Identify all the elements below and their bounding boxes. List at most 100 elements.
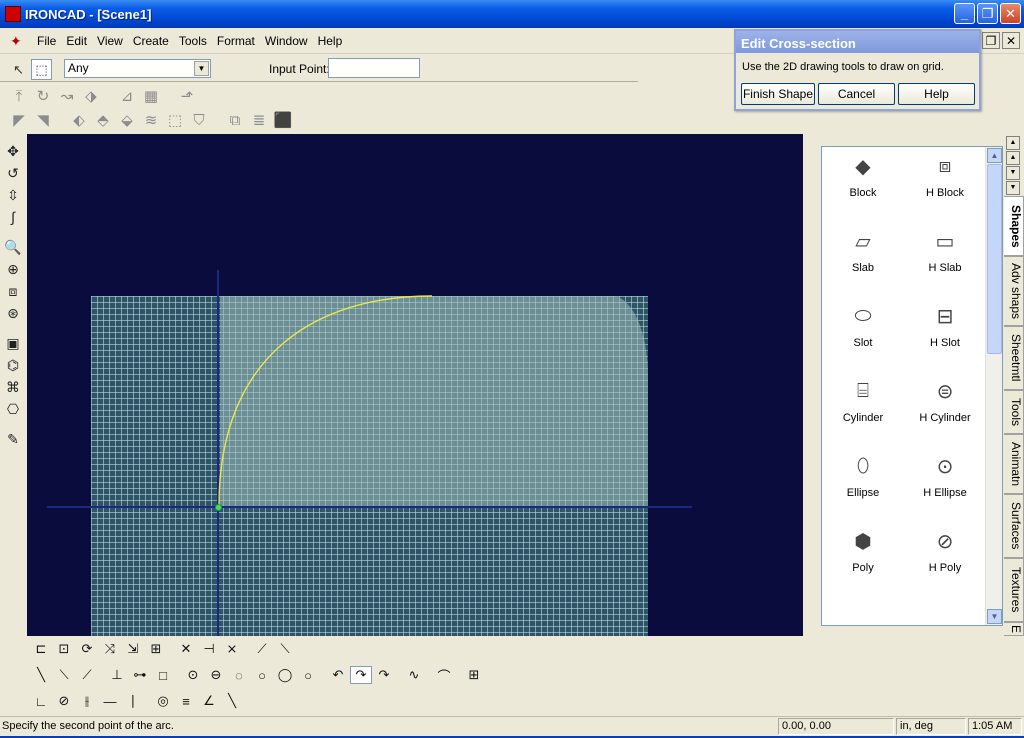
menu-tools[interactable]: Tools xyxy=(174,34,212,48)
catalog-item-cylinder[interactable]: ⌸ Cylinder xyxy=(822,372,904,447)
stack-icon[interactable]: ≣ xyxy=(248,111,270,129)
blend-icon[interactable]: ⬖ xyxy=(68,111,90,129)
menu-help[interactable]: Help xyxy=(313,34,348,48)
rectangle-icon[interactable]: □ xyxy=(152,668,174,683)
tangent-line-icon[interactable]: ⟋ xyxy=(76,667,98,683)
tab-surfaces[interactable]: Surfaces xyxy=(1004,494,1024,558)
camera-walk-icon[interactable]: ⌘ xyxy=(2,376,24,398)
horizontal-constraint-icon[interactable]: — xyxy=(99,694,121,709)
restore-button[interactable]: ❐ xyxy=(977,3,998,24)
chain-icon[interactable]: ⊶ xyxy=(129,667,151,683)
mirror-icon[interactable]: ⤨ xyxy=(99,641,121,657)
sketch-icon[interactable]: ⊿ xyxy=(116,87,138,105)
minimize-button[interactable]: _ xyxy=(954,3,975,24)
document-icon[interactable]: ✦ xyxy=(10,33,28,49)
parallel-constraint-icon[interactable]: ⫲ xyxy=(76,693,98,709)
cancel-button[interactable]: Cancel xyxy=(818,83,895,105)
polyline-icon[interactable]: ⟍ xyxy=(53,667,75,683)
menu-window[interactable]: Window xyxy=(260,34,313,48)
slash-constraint-icon[interactable]: ╲ xyxy=(221,693,243,709)
finish-shape-button[interactable]: Finish Shape xyxy=(741,83,815,105)
spline-icon[interactable]: ∿ xyxy=(403,667,425,683)
boolean-icon[interactable]: ⧉ xyxy=(224,112,246,129)
catalog-item-ellipse[interactable]: ⬯ Ellipse xyxy=(822,447,904,522)
cut-icon[interactable]: ◥ xyxy=(32,111,54,129)
menu-edit[interactable]: Edit xyxy=(61,34,92,48)
add-dimension-icon[interactable]: ⊏ xyxy=(30,641,52,657)
sweep-icon[interactable]: ↝ xyxy=(56,87,78,105)
grid-icon[interactable]: ▦ xyxy=(140,87,162,105)
menu-create[interactable]: Create xyxy=(128,34,174,48)
select-box-icon[interactable]: ⬚ xyxy=(31,59,52,80)
arc-3pt-icon[interactable]: ↷ xyxy=(350,666,372,684)
tab-tools[interactable]: Tools xyxy=(1004,390,1024,434)
perpendicular-line-icon[interactable]: ⊥ xyxy=(106,667,128,683)
circle-3pt-icon[interactable]: ◌ xyxy=(228,668,250,683)
select-arrow-icon[interactable]: ↖ xyxy=(8,59,29,80)
tab-scroll-next-icon[interactable]: ▼ xyxy=(1006,166,1020,180)
catalog-item-h-slab[interactable]: ▭ H Slab xyxy=(904,222,986,297)
chamfer-icon[interactable]: ⬘ xyxy=(92,111,114,129)
angle-constraint-icon[interactable]: ∠ xyxy=(198,693,220,709)
circle-tangent-2-icon[interactable]: ◯ xyxy=(274,667,296,683)
catalog-item-poly[interactable]: ⬢ Poly xyxy=(822,522,904,597)
menu-view[interactable]: View xyxy=(92,34,128,48)
extrude-icon[interactable]: ⤒ xyxy=(8,88,30,105)
chevron-down-icon[interactable]: ▼ xyxy=(194,61,209,76)
rotate-icon[interactable]: ⟳ xyxy=(76,641,98,657)
shell-icon[interactable]: ◤ xyxy=(8,111,30,129)
catalog-item-slot[interactable]: ⬭ Slot xyxy=(822,297,904,372)
catalog-item-block[interactable]: ◆ Block xyxy=(822,147,904,222)
tab-adv-shaps[interactable]: Adv shaps xyxy=(1004,256,1024,326)
camera-orbit-icon[interactable]: ⌬ xyxy=(2,354,24,376)
menu-format[interactable]: Format xyxy=(212,34,260,48)
draft-icon[interactable]: ⬙ xyxy=(116,111,138,129)
catalog-item-h-slot[interactable]: ⊟ H Slot xyxy=(904,297,986,372)
fit-icon[interactable]: ⧈ xyxy=(2,280,24,302)
extend-icon[interactable]: ⊣ xyxy=(198,641,220,657)
concentric-constraint-icon[interactable]: ◎ xyxy=(152,693,174,709)
arc-tangent-icon[interactable]: ↷ xyxy=(373,667,395,683)
scroll-down-icon[interactable]: ▼ xyxy=(987,609,1002,624)
origin-point[interactable] xyxy=(215,504,222,511)
tab-animatn[interactable]: Animatn xyxy=(1004,434,1024,494)
pattern-icon[interactable]: ⊞ xyxy=(145,641,167,657)
equal-constraint-icon[interactable]: ≡ xyxy=(175,694,197,709)
patch-icon[interactable]: ⛉ xyxy=(188,112,210,129)
circle-2pt-icon[interactable]: ⊖ xyxy=(205,667,227,683)
3d-viewport[interactable] xyxy=(27,134,803,636)
move-icon[interactable]: ✥ xyxy=(2,140,24,162)
taper-icon[interactable]: ≋ xyxy=(140,111,162,129)
cube-icon[interactable]: ⬛ xyxy=(272,111,294,129)
fillet-icon[interactable]: ⌒ xyxy=(433,666,455,685)
reference-icon[interactable]: ⟍ xyxy=(274,641,296,657)
tab-sheetmtl[interactable]: Sheetmtl xyxy=(1004,326,1024,390)
arc-icon[interactable]: ↶ xyxy=(327,667,349,683)
pen-icon[interactable]: ✎ xyxy=(2,428,24,450)
camera-fly-icon[interactable]: ⎔ xyxy=(2,398,24,420)
tangent-constraint-icon[interactable]: ⊘ xyxy=(53,693,75,709)
close-button[interactable]: ✕ xyxy=(1000,3,1021,24)
tab-e[interactable]: E xyxy=(1004,622,1024,636)
catalog-item-slab[interactable]: ▱ Slab xyxy=(822,222,904,297)
camera-icon[interactable]: ▣ xyxy=(2,332,24,354)
break-icon[interactable]: ⨯ xyxy=(221,641,243,657)
help-button[interactable]: Help xyxy=(898,83,975,105)
scroll-thumb[interactable] xyxy=(987,164,1002,354)
circle-center-icon[interactable]: ⊙ xyxy=(182,667,204,683)
tab-scroll-up-icon[interactable]: ▲ xyxy=(1006,136,1020,150)
tilt-icon[interactable]: ⇳ xyxy=(2,184,24,206)
offset-icon[interactable]: ⇲ xyxy=(122,641,144,657)
catalog-item-h-poly[interactable]: ⊘ H Poly xyxy=(904,522,986,597)
circle-tangent-3-icon[interactable]: ○ xyxy=(297,668,319,683)
trim-icon[interactable]: ✕ xyxy=(175,641,197,657)
selection-filter-select[interactable]: Any ▼ xyxy=(64,59,211,78)
ironcad-app-icon[interactable] xyxy=(5,6,21,22)
scroll-up-icon[interactable]: ▲ xyxy=(987,148,1002,163)
vertical-constraint-icon[interactable]: ∣ xyxy=(122,693,144,709)
look-at-icon[interactable]: ⊛ xyxy=(2,302,24,324)
menu-file[interactable]: File xyxy=(32,34,61,48)
perpendicular-constraint-icon[interactable]: ∟ xyxy=(30,694,52,709)
catalog-item-h-cylinder[interactable]: ⊜ H Cylinder xyxy=(904,372,986,447)
tab-shapes[interactable]: Shapes xyxy=(1004,196,1024,256)
